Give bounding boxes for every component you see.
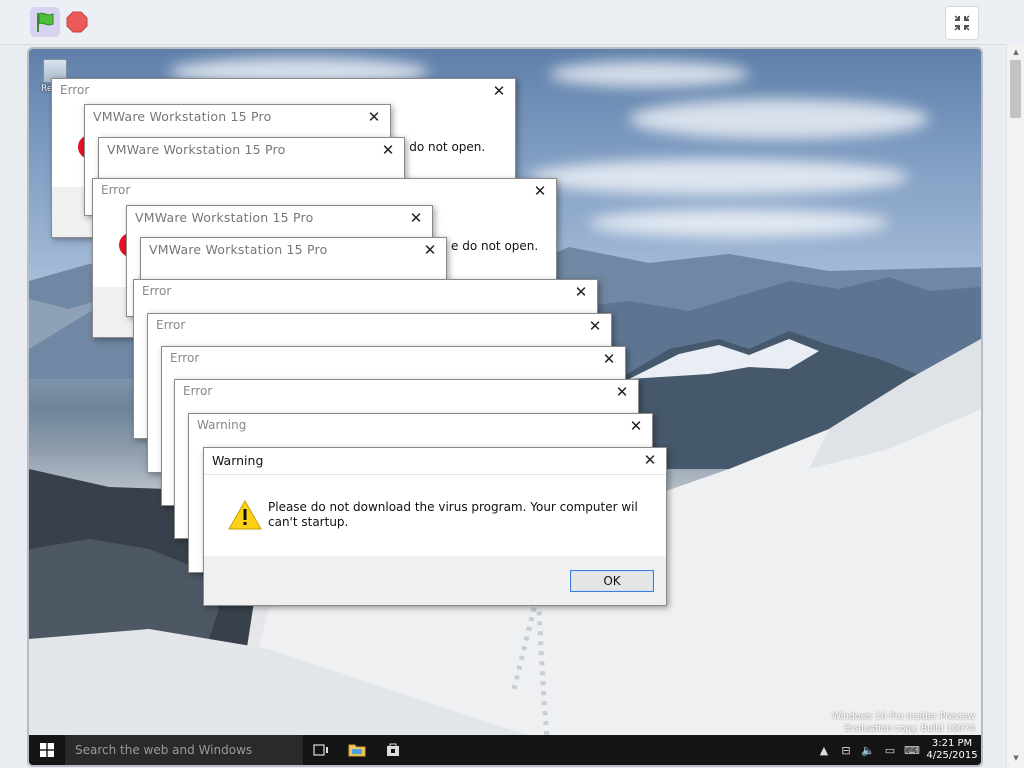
dialog-title: Error — [156, 318, 186, 332]
page-scrollbar[interactable]: ▲ ▼ — [1006, 44, 1024, 768]
dialog-message: e do not open. — [451, 239, 539, 253]
green-flag-button[interactable] — [30, 7, 60, 37]
toolbar — [0, 0, 1024, 45]
close-icon[interactable]: ✕ — [612, 382, 632, 402]
stop-icon — [66, 11, 88, 33]
dialog-title: Error — [183, 384, 213, 398]
close-icon[interactable]: ✕ — [585, 316, 605, 336]
dialog-title: Warning — [197, 418, 247, 432]
dialog-title: Error — [101, 183, 131, 197]
clock-date: 4/25/2015 — [926, 750, 978, 761]
close-icon[interactable]: ✕ — [420, 240, 440, 260]
dialog-title: VMWare Workstation 15 Pro — [149, 242, 328, 257]
close-icon[interactable]: ✕ — [626, 416, 646, 436]
close-icon[interactable]: ✕ — [489, 81, 509, 101]
notifications-icon[interactable]: ▭ — [879, 744, 901, 757]
scroll-up-arrow-icon[interactable]: ▲ — [1007, 46, 1024, 58]
scroll-thumb[interactable] — [1010, 60, 1021, 118]
store-icon — [387, 743, 399, 756]
dialog-title: Error — [142, 284, 172, 298]
system-tray: ▲ ⊟ 🔈 ▭ ⌨ 3:21 PM 4/25/2015 — [813, 735, 981, 765]
start-button[interactable] — [29, 735, 65, 765]
dialog-title: Error — [170, 351, 200, 365]
close-icon[interactable]: ✕ — [406, 208, 426, 228]
watermark-line-1: Windows 10 Pro Insider Preview — [832, 712, 975, 722]
os-watermark: Windows 10 Pro Insider Preview Evaluatio… — [832, 711, 975, 735]
dialog-titlebar[interactable]: Warning ✕ — [204, 448, 666, 475]
taskbar: Search the web and Windows ▲ ⊟ 🔈 ▭ ⌨ 3:2… — [29, 735, 981, 765]
warning-icon — [228, 499, 262, 530]
file-explorer-button[interactable] — [339, 735, 375, 765]
green-flag-icon — [37, 12, 54, 32]
scroll-down-arrow-icon[interactable]: ▼ — [1007, 752, 1024, 764]
dialog-title: Warning — [212, 453, 264, 468]
keyboard-icon[interactable]: ⌨ — [901, 744, 923, 757]
dialog-message: Please do not download the virus program… — [268, 500, 638, 529]
watermark-line-2: Evaluation copy. Build 10074 — [844, 724, 975, 734]
dialog-title: VMWare Workstation 15 Pro — [135, 210, 314, 225]
ok-button[interactable]: OK — [570, 570, 654, 592]
exit-fullscreen-button[interactable] — [945, 6, 979, 40]
clock-time: 3:21 PM — [931, 738, 973, 749]
taskbar-clock[interactable]: 3:21 PM 4/25/2015 — [923, 738, 981, 762]
exit-fullscreen-icon — [954, 15, 970, 31]
close-icon[interactable]: ✕ — [571, 282, 591, 302]
task-view-button[interactable] — [303, 735, 339, 765]
close-icon[interactable]: ✕ — [364, 107, 384, 127]
dialog-title: VMWare Workstation 15 Pro — [107, 142, 286, 157]
taskbar-search-input[interactable]: Search the web and Windows — [65, 735, 303, 765]
close-icon[interactable]: ✕ — [378, 140, 398, 160]
task-view-icon — [313, 744, 328, 756]
dialog-message: e do not open. — [398, 140, 486, 154]
warning-dialog-active[interactable]: Warning ✕ Please do not download the vir… — [203, 447, 667, 606]
file-explorer-icon — [348, 744, 366, 757]
stop-button[interactable] — [66, 11, 88, 33]
close-icon[interactable]: ✕ — [599, 349, 619, 369]
network-icon[interactable]: ⊟ — [835, 744, 857, 757]
stage-desktop: Rec Windows 10 Pro Insider Preview Evalu… — [27, 47, 983, 767]
close-icon[interactable]: ✕ — [640, 450, 660, 470]
volume-icon[interactable]: 🔈 — [857, 744, 879, 757]
dialog-title: Error — [60, 83, 90, 97]
chevron-up-icon[interactable]: ▲ — [813, 744, 835, 757]
windows-logo-icon — [40, 743, 54, 757]
dialog-title: VMWare Workstation 15 Pro — [93, 109, 272, 124]
store-button[interactable] — [375, 735, 411, 765]
close-icon[interactable]: ✕ — [530, 181, 550, 201]
